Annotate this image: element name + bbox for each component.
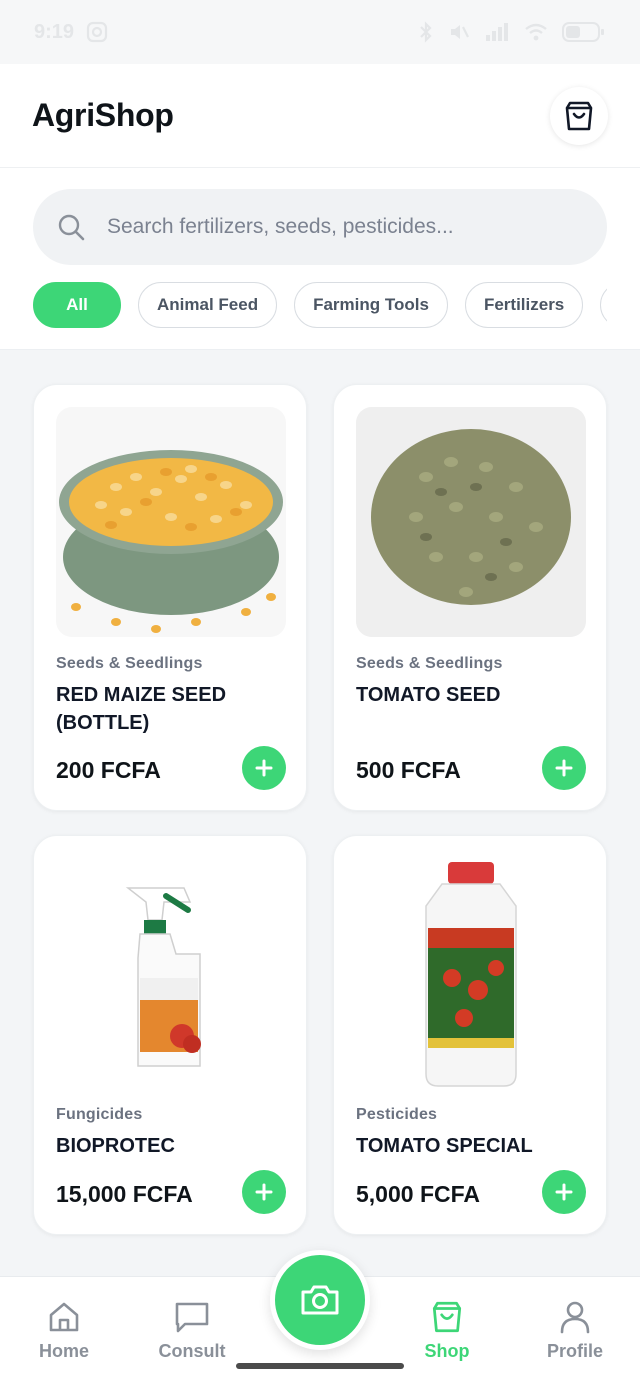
product-price: 200 FCFA bbox=[56, 757, 161, 783]
spray-bottle-image bbox=[56, 858, 286, 1088]
chat-icon bbox=[175, 1302, 209, 1333]
search-bar[interactable] bbox=[33, 189, 607, 265]
mute-icon bbox=[451, 25, 469, 39]
product-image bbox=[56, 407, 286, 637]
product-image bbox=[56, 858, 286, 1088]
bluetooth-icon bbox=[420, 21, 432, 43]
product-category: Pesticides bbox=[356, 1106, 438, 1123]
nav-profile-label: Profile bbox=[546, 1341, 603, 1361]
product-price: 500 FCFA bbox=[356, 757, 461, 783]
nav-home[interactable]: Home bbox=[9, 1299, 119, 1362]
wifi-icon bbox=[525, 23, 547, 41]
product-card[interactable]: Fungicides BIOPROTEC 15,000 FCFA bbox=[33, 835, 307, 1235]
camera-icon bbox=[301, 1285, 339, 1315]
add-to-cart-button[interactable] bbox=[242, 746, 286, 790]
search-and-filters: All Animal Feed Farming Tools Fertilizer… bbox=[0, 168, 640, 350]
product-name: BIOPROTEC bbox=[56, 1135, 175, 1157]
product-category: Fungicides bbox=[56, 1106, 143, 1123]
nav-profile[interactable]: Profile bbox=[520, 1299, 630, 1362]
instagram-icon bbox=[86, 21, 108, 43]
app-title: AgriShop bbox=[32, 97, 174, 133]
product-price: 5,000 FCFA bbox=[356, 1181, 480, 1207]
product-name: TOMATO SPECIAL bbox=[356, 1135, 533, 1157]
search-input[interactable] bbox=[107, 215, 567, 239]
filter-chip-all[interactable]: All bbox=[33, 282, 121, 328]
nav-consult[interactable]: Consult bbox=[137, 1299, 247, 1362]
status-time: 9:19 bbox=[34, 20, 75, 43]
product-image bbox=[356, 858, 586, 1088]
nav-consult-label: Consult bbox=[158, 1341, 226, 1361]
category-filters: All Animal Feed Farming Tools Fertilizer… bbox=[33, 282, 607, 330]
add-to-cart-button[interactable] bbox=[542, 746, 586, 790]
battery-icon bbox=[562, 22, 604, 42]
plus-icon bbox=[555, 759, 573, 777]
camera-scan-button[interactable] bbox=[270, 1250, 370, 1350]
search-icon bbox=[58, 214, 85, 241]
plus-icon bbox=[255, 759, 273, 777]
filter-chip-animal-feed[interactable]: Animal Feed bbox=[138, 282, 278, 328]
plus-icon bbox=[255, 1183, 273, 1201]
product-grid: Seeds & Seedlings RED MAIZE SEED (BOTTLE… bbox=[33, 384, 607, 1235]
app-header: AgriShop bbox=[0, 64, 640, 168]
maize-bowl-image bbox=[56, 407, 286, 637]
tomato-seeds-image bbox=[356, 407, 586, 637]
product-category: Seeds & Seedlings bbox=[356, 655, 503, 672]
product-name: TOMATO SEED bbox=[356, 684, 501, 706]
product-image bbox=[356, 407, 586, 637]
user-icon bbox=[560, 1301, 590, 1334]
cart-button[interactable] bbox=[550, 86, 608, 145]
home-indicator bbox=[236, 1363, 404, 1369]
signal-icon bbox=[486, 23, 508, 41]
nav-shop-label: Shop bbox=[424, 1341, 470, 1361]
status-bar: 9:19 bbox=[0, 0, 640, 64]
nav-home-label: Home bbox=[38, 1341, 89, 1361]
product-card[interactable]: Pesticides TOMATO SPECIAL 5,000 FCFA bbox=[333, 835, 607, 1235]
shopping-bag-icon bbox=[432, 1301, 462, 1333]
add-to-cart-button[interactable] bbox=[242, 1170, 286, 1214]
pesticide-bottle-image bbox=[356, 858, 586, 1088]
product-card[interactable]: Seeds & Seedlings TOMATO SEED 500 FCFA bbox=[333, 384, 607, 811]
nav-shop[interactable]: Shop bbox=[392, 1299, 502, 1362]
filter-chip-more[interactable]: Fu bbox=[600, 282, 607, 328]
product-category: Seeds & Seedlings bbox=[56, 655, 203, 672]
filter-chip-farming-tools[interactable]: Farming Tools bbox=[294, 282, 448, 328]
product-price: 15,000 FCFA bbox=[56, 1181, 193, 1207]
product-name: RED MAIZE SEED (BOTTLE) bbox=[56, 684, 227, 734]
plus-icon bbox=[555, 1183, 573, 1201]
shopping-bag-icon bbox=[565, 101, 593, 130]
add-to-cart-button[interactable] bbox=[542, 1170, 586, 1214]
filter-chip-fertilizers[interactable]: Fertilizers bbox=[464, 282, 584, 328]
home-icon bbox=[49, 1302, 79, 1332]
product-card[interactable]: Seeds & Seedlings RED MAIZE SEED (BOTTLE… bbox=[33, 384, 307, 811]
